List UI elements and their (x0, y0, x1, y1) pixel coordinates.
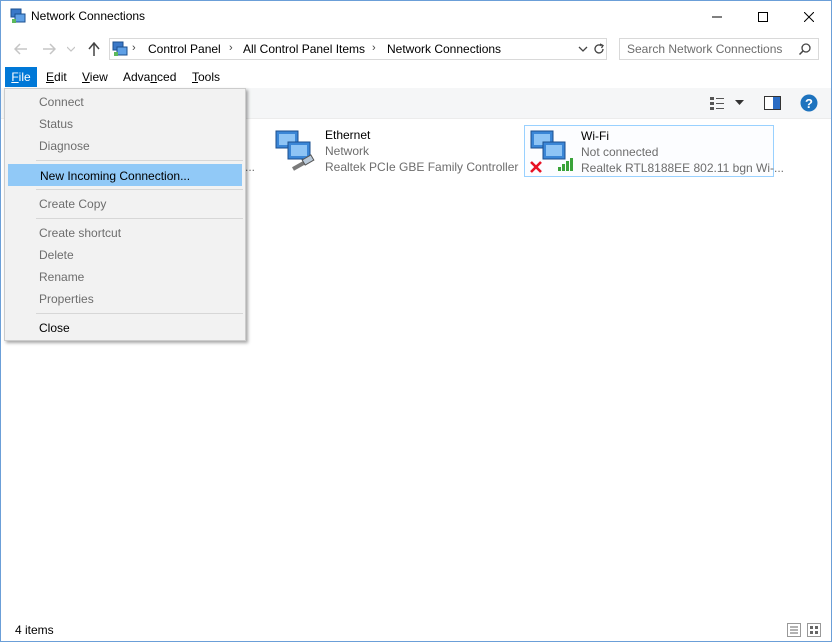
breadcrumb-control-panel[interactable]: Control Panel (148, 42, 221, 56)
up-button[interactable] (85, 40, 103, 58)
menu-separator (36, 218, 243, 219)
menu-item-properties[interactable]: Properties (8, 288, 242, 310)
menu-edit[interactable]: Edit (46, 67, 67, 87)
menu-separator (36, 313, 243, 314)
ethernet-adapter-icon (275, 130, 315, 171)
disconnected-x-icon (530, 161, 542, 173)
menu-bar: File Edit View Advanced Tools (1, 67, 831, 87)
menu-item-create-copy[interactable]: Create Copy (8, 193, 242, 215)
recent-locations-button[interactable] (65, 40, 77, 58)
svg-text:?: ? (805, 96, 813, 111)
breadcrumb-all-control-panel-items[interactable]: All Control Panel Items (243, 42, 365, 56)
menu-item-new-incoming-connection[interactable]: New Incoming Connection... (8, 164, 242, 186)
menu-view[interactable]: View (82, 67, 108, 87)
menu-file[interactable]: File (5, 67, 37, 87)
menu-item-create-shortcut[interactable]: Create shortcut (8, 222, 242, 244)
details-view-icon[interactable] (787, 623, 801, 637)
menu-item-diagnose[interactable]: Diagnose (8, 135, 242, 157)
navigation-bar: › Control Panel › All Control Panel Item… (1, 32, 831, 65)
menu-tools[interactable]: Tools (192, 67, 220, 87)
menu-separator (36, 160, 243, 161)
connection-item-ethernet[interactable]: Ethernet Network Realtek PCIe GBE Family… (269, 125, 519, 177)
menu-item-close[interactable]: Close (8, 317, 242, 339)
breadcrumb-network-connections[interactable]: Network Connections (387, 42, 501, 56)
search-icon[interactable] (798, 42, 812, 56)
view-options-chevron-icon[interactable] (735, 100, 744, 106)
connection-adapter: Realtek PCIe GBE Family Controller (325, 160, 519, 174)
network-connections-window: Network Connections › Control Panel › Al… (0, 0, 832, 642)
connection-name: Wi-Fi (581, 129, 609, 143)
connection-adapter: Realtek RTL8188EE 802.11 bgn Wi-... (581, 161, 785, 175)
connection-status: Not connected (581, 145, 659, 159)
menu-separator (36, 189, 243, 190)
back-arrow-icon (14, 43, 27, 55)
minimize-icon (712, 16, 722, 17)
help-icon[interactable]: ? (800, 94, 818, 112)
menu-item-status[interactable]: Status (8, 113, 242, 135)
hidden-item-adapter-fragment: ... (245, 160, 256, 174)
close-icon (804, 11, 814, 22)
chevron-down-icon (67, 46, 75, 52)
network-connections-app-icon (10, 8, 26, 23)
connection-status: Network (325, 144, 370, 158)
address-bar[interactable]: › Control Panel › All Control Panel Item… (109, 38, 607, 60)
file-menu-dropdown: Connect Status Diagnose New Incoming Con… (4, 88, 246, 341)
breadcrumb-separator-icon[interactable]: › (229, 42, 233, 54)
connection-name: Ethernet (325, 128, 371, 142)
close-button[interactable] (786, 1, 831, 32)
menu-advanced[interactable]: Advanced (123, 67, 176, 87)
maximize-icon (758, 11, 768, 22)
item-count: 4 items (15, 623, 54, 637)
status-bar: 4 items (1, 619, 831, 641)
minimize-button[interactable] (694, 1, 740, 32)
preview-pane-icon[interactable] (764, 96, 781, 110)
refresh-icon[interactable] (592, 42, 606, 56)
back-button[interactable] (12, 40, 30, 58)
forward-arrow-icon (43, 43, 56, 55)
breadcrumb-separator-icon[interactable]: › (372, 42, 376, 54)
search-box[interactable]: Search Network Connections (619, 38, 819, 60)
menu-item-rename[interactable]: Rename (8, 266, 242, 288)
forward-button[interactable] (40, 40, 58, 58)
search-placeholder[interactable]: Search Network Connections (627, 42, 782, 56)
large-icons-view-icon[interactable] (807, 623, 821, 637)
maximize-button[interactable] (740, 1, 786, 32)
control-panel-icon (112, 41, 128, 56)
change-view-icon[interactable] (709, 95, 725, 111)
menu-item-delete[interactable]: Delete (8, 244, 242, 266)
window-title: Network Connections (31, 9, 146, 23)
address-dropdown-chevron-icon[interactable] (576, 42, 590, 56)
up-arrow-icon (88, 42, 100, 56)
breadcrumb-separator-icon[interactable]: › (132, 42, 136, 54)
title-bar[interactable]: Network Connections (1, 1, 831, 32)
connection-item-wifi[interactable]: Wi-Fi Not connected Realtek RTL8188EE 80… (524, 125, 784, 177)
menu-item-connect[interactable]: Connect (8, 91, 242, 113)
